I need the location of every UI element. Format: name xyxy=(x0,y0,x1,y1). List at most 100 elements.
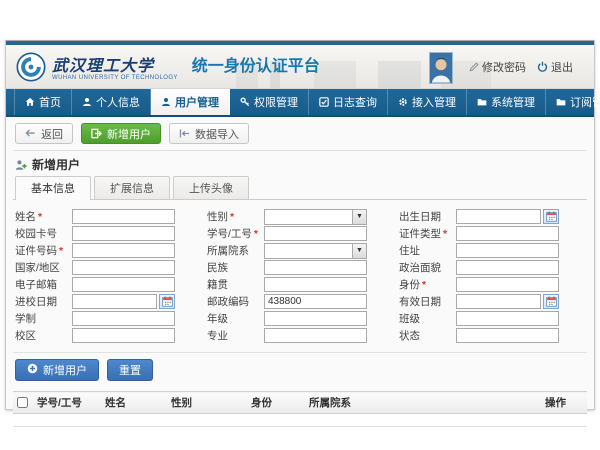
nav-item-system[interactable]: 系统管理 xyxy=(467,89,546,115)
tab-extended-info[interactable]: 扩展信息 xyxy=(94,176,170,199)
empty-cell xyxy=(305,414,541,427)
field-label-gender: 性别* xyxy=(207,209,264,224)
university-name: 武汉理工大学 xyxy=(52,52,178,76)
identity-input[interactable] xyxy=(456,277,559,292)
form-field-id-number: 证件号码* xyxy=(15,242,175,259)
schooling-input[interactable] xyxy=(72,311,175,326)
campus-card-input[interactable] xyxy=(72,226,175,241)
input-wrap xyxy=(456,260,559,275)
data-import-button[interactable]: 数据导入 xyxy=(169,123,249,144)
form-field-gender: 性别*▼ xyxy=(207,208,367,225)
calendar-icon[interactable] xyxy=(543,294,559,309)
postal-code-input[interactable] xyxy=(264,294,367,309)
form-field-schooling: 学制 xyxy=(15,310,175,327)
field-label-country: 国家/地区 xyxy=(15,260,72,275)
valid-date-input[interactable] xyxy=(456,294,541,309)
address-input[interactable] xyxy=(456,243,559,258)
grade-input[interactable] xyxy=(264,311,367,326)
nav-item-label: 首页 xyxy=(39,94,61,110)
column-header-department: 所属院系 xyxy=(305,392,541,414)
department-select[interactable]: ▼ xyxy=(264,243,367,259)
field-label-name: 姓名* xyxy=(15,209,72,224)
input-wrap xyxy=(456,243,559,258)
input-wrap xyxy=(264,277,367,292)
form-actions: 新增用户 重置 xyxy=(13,352,587,388)
folder-icon xyxy=(556,97,566,107)
form-field-entry-date: 进校日期 xyxy=(15,293,175,310)
input-wrap xyxy=(72,328,175,343)
id-type-input[interactable] xyxy=(456,226,559,241)
add-user-toolbar-button[interactable]: 新增用户 xyxy=(81,123,161,144)
gender-select[interactable]: ▼ xyxy=(264,209,367,225)
nav-item-home[interactable]: 首页 xyxy=(14,89,72,115)
input-wrap xyxy=(264,294,367,309)
campus-input[interactable] xyxy=(72,328,175,343)
form-field-postal-code: 邮政编码 xyxy=(207,293,367,310)
back-button[interactable]: 返回 xyxy=(15,123,73,144)
class-input[interactable] xyxy=(456,311,559,326)
birth-date-input[interactable] xyxy=(456,209,541,224)
submit-add-user-button[interactable]: 新增用户 xyxy=(15,359,99,381)
name-input[interactable] xyxy=(72,209,175,224)
nav-item-label: 权限管理 xyxy=(254,94,298,110)
form-field-campus-card: 校园卡号 xyxy=(15,225,175,242)
required-asterisk: * xyxy=(38,211,42,223)
user-form: 姓名*校园卡号证件号码*国家/地区电子邮箱进校日期学制校区性别*▼学号/工号*所… xyxy=(13,200,587,350)
empty-cell xyxy=(167,414,247,427)
form-field-grade: 年级 xyxy=(207,310,367,327)
key-icon xyxy=(240,97,250,107)
form-field-class: 班级 xyxy=(399,310,559,327)
input-wrap xyxy=(72,311,175,326)
toolbar: 返回 新增用户 数据导入 xyxy=(13,117,587,151)
nav-item-logs[interactable]: 日志查询 xyxy=(309,89,388,115)
select-value xyxy=(265,210,352,224)
nav-item-access[interactable]: 接入管理 xyxy=(388,89,467,115)
tab-upload-avatar[interactable]: 上传头像 xyxy=(173,176,249,199)
nav-item-label: 系统管理 xyxy=(491,94,535,110)
nav-item-subscription[interactable]: 订阅管理 xyxy=(546,89,600,115)
gear-icon xyxy=(398,97,408,107)
major-input[interactable] xyxy=(264,328,367,343)
logout-link[interactable]: 退出 xyxy=(537,59,573,75)
field-label-status: 状态 xyxy=(399,328,456,343)
nav-item-label: 日志查询 xyxy=(333,94,377,110)
required-asterisk: * xyxy=(59,245,63,257)
required-asterisk: * xyxy=(422,279,426,291)
empty-cell xyxy=(247,414,305,427)
nav-item-permissions[interactable]: 权限管理 xyxy=(230,89,309,115)
status-input[interactable] xyxy=(456,328,559,343)
submit-add-user-label: 新增用户 xyxy=(43,362,87,378)
field-label-identity: 身份* xyxy=(399,277,456,292)
input-wrap xyxy=(72,294,175,309)
country-input[interactable] xyxy=(72,260,175,275)
select-all-checkbox[interactable] xyxy=(17,397,28,408)
data-import-label: 数据导入 xyxy=(195,126,239,142)
back-button-label: 返回 xyxy=(41,126,63,142)
email-input[interactable] xyxy=(72,277,175,292)
native-place-input[interactable] xyxy=(264,277,367,292)
calendar-icon[interactable] xyxy=(543,209,559,224)
form-field-birth-date: 出生日期 xyxy=(399,208,559,225)
form-tabs: 基本信息扩展信息上传头像 xyxy=(13,176,587,200)
field-label-political-status: 政治面貌 xyxy=(399,260,456,275)
select-value xyxy=(265,244,352,258)
entry-date-input[interactable] xyxy=(72,294,157,309)
tab-basic-info[interactable]: 基本信息 xyxy=(15,176,91,200)
app-header: 武汉理工大学 WUHAN UNIVERSITY OF TECHNOLOGY 统一… xyxy=(6,45,594,89)
id-number-input[interactable] xyxy=(72,243,175,258)
calendar-icon[interactable] xyxy=(159,294,175,309)
form-field-political-status: 政治面貌 xyxy=(399,259,559,276)
input-wrap xyxy=(264,260,367,275)
empty-cell xyxy=(33,414,101,427)
change-password-link[interactable]: 修改密码 xyxy=(469,59,526,75)
folder-icon xyxy=(477,97,487,107)
nav-item-users[interactable]: 用户管理 xyxy=(151,89,230,115)
political-status-input[interactable] xyxy=(456,260,559,275)
ethnicity-input[interactable] xyxy=(264,260,367,275)
nav-item-profile[interactable]: 个人信息 xyxy=(72,89,151,115)
student-id-input[interactable] xyxy=(264,226,367,241)
input-wrap xyxy=(72,243,175,258)
user-icon xyxy=(82,97,92,107)
university-name-block: 武汉理工大学 WUHAN UNIVERSITY OF TECHNOLOGY xyxy=(52,52,178,81)
reset-button[interactable]: 重置 xyxy=(107,359,153,381)
